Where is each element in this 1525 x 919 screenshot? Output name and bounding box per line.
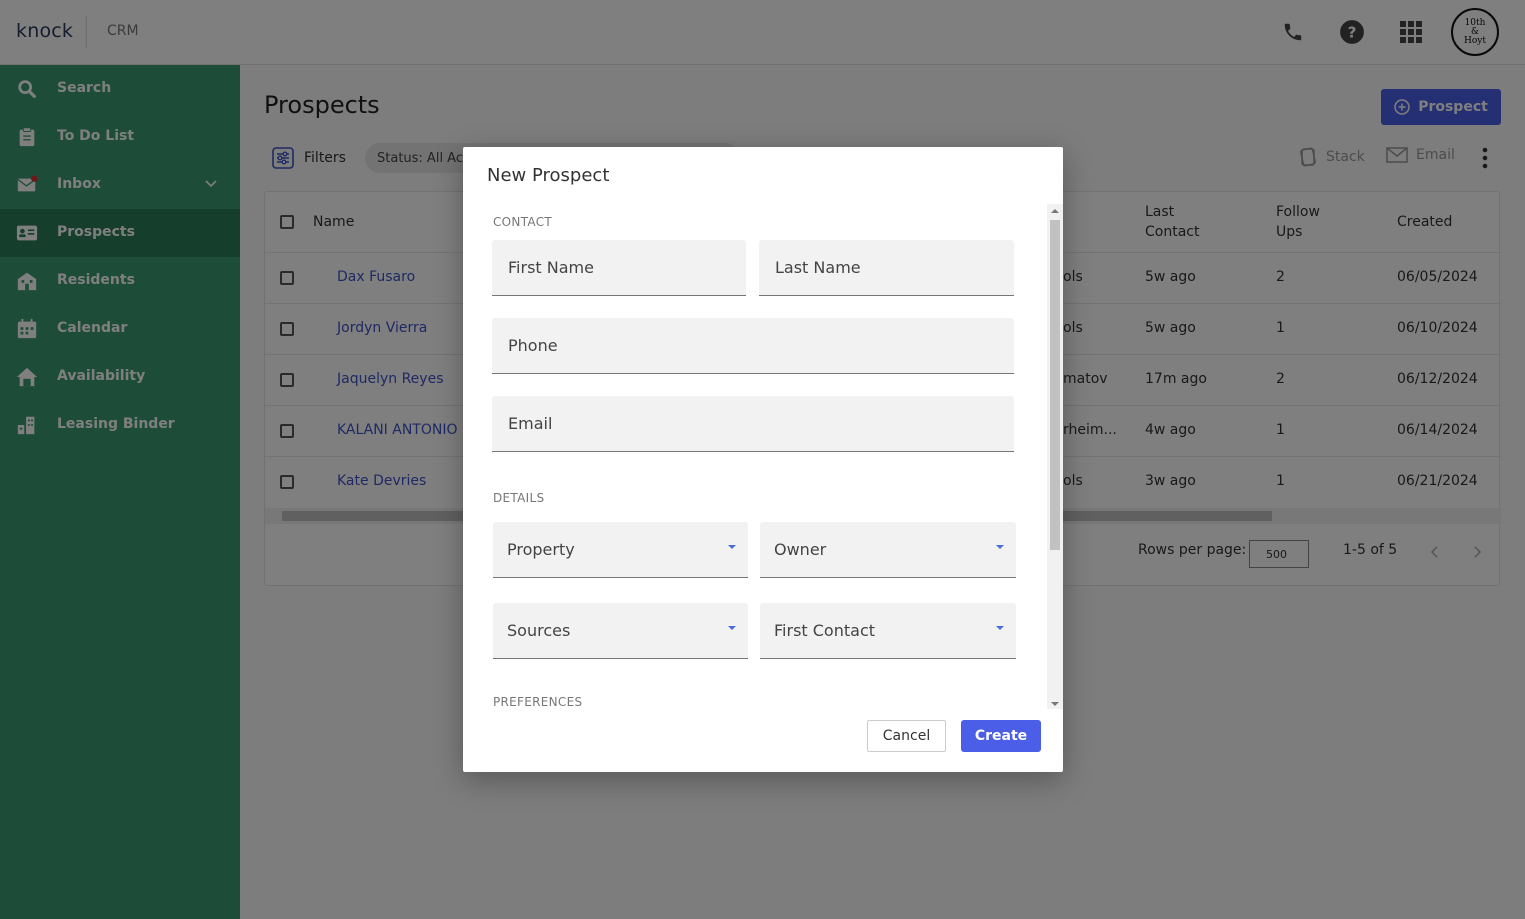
- dropdown-caret-icon: [996, 626, 1004, 630]
- scroll-up-arrow-icon[interactable]: [1051, 209, 1059, 213]
- dropdown-caret-icon: [996, 545, 1004, 549]
- dialog-title: New Prospect: [487, 165, 610, 186]
- phone-input[interactable]: [492, 318, 1014, 373]
- property-select-label: Property: [507, 540, 575, 559]
- section-preferences: PREFERENCES: [493, 695, 583, 709]
- first-contact-select-label: First Contact: [774, 621, 876, 640]
- dropdown-caret-icon: [728, 626, 736, 630]
- first-contact-select[interactable]: First Contact: [760, 603, 1016, 659]
- first-name-input[interactable]: [492, 240, 746, 295]
- cancel-button[interactable]: Cancel: [867, 720, 946, 752]
- phone-field[interactable]: [492, 318, 1014, 374]
- scrollbar-thumb[interactable]: [1050, 220, 1060, 550]
- last-name-input[interactable]: [759, 240, 1014, 295]
- first-name-field[interactable]: [492, 240, 746, 296]
- owner-select[interactable]: Owner: [760, 522, 1016, 578]
- owner-select-label: Owner: [774, 540, 827, 559]
- dialog-vertical-scrollbar[interactable]: [1047, 204, 1063, 709]
- email-field[interactable]: [492, 396, 1014, 452]
- section-contact: CONTACT: [493, 215, 553, 229]
- email-input[interactable]: [492, 396, 1014, 451]
- property-select[interactable]: Property: [493, 522, 748, 578]
- scroll-down-arrow-icon[interactable]: [1051, 702, 1059, 706]
- create-button[interactable]: Create: [961, 720, 1041, 752]
- section-details: DETAILS: [493, 491, 545, 505]
- last-name-field[interactable]: [759, 240, 1014, 296]
- sources-select[interactable]: Sources: [493, 603, 748, 659]
- sources-select-label: Sources: [507, 621, 571, 640]
- new-prospect-dialog: New Prospect CONTACT DETAILS Property Ow…: [463, 147, 1063, 772]
- dropdown-caret-icon: [728, 545, 736, 549]
